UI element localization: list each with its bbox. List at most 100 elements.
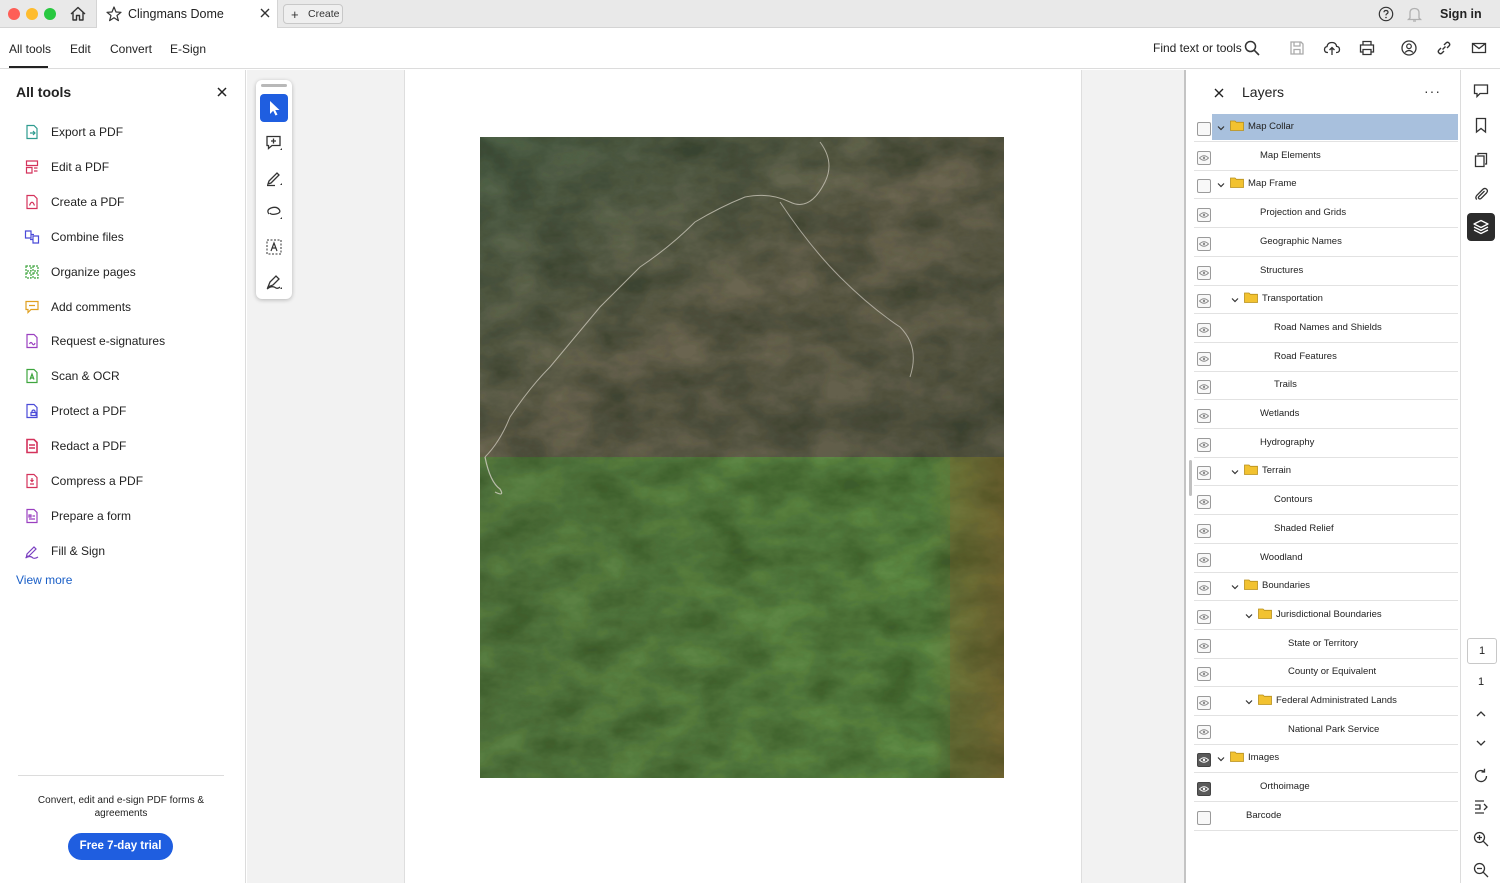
zoom-in-icon[interactable] — [1472, 830, 1490, 848]
layer-row[interactable]: Woodland — [1194, 545, 1458, 573]
tool-organize-pages[interactable]: Organize pages — [0, 257, 246, 287]
eye-icon[interactable] — [1197, 322, 1211, 337]
menu-e-sign[interactable]: E-Sign — [170, 42, 206, 56]
tool-protect-pdf[interactable]: Protect a PDF — [0, 396, 246, 426]
eye-icon[interactable] — [1197, 782, 1211, 797]
layer-row[interactable]: Barcode — [1194, 803, 1458, 831]
layer-row[interactable]: Geographic Names — [1194, 229, 1458, 257]
eye-icon[interactable] — [1197, 696, 1211, 710]
email-icon[interactable] — [1470, 39, 1488, 57]
help-icon[interactable] — [1378, 6, 1394, 22]
layer-row[interactable]: Hydrography — [1194, 430, 1458, 458]
layers-rail-button[interactable] — [1467, 213, 1495, 241]
search-icon[interactable] — [1243, 39, 1261, 57]
select-tool-button[interactable] — [260, 94, 288, 122]
layer-row[interactable]: Terrain — [1194, 458, 1458, 487]
pdf-page[interactable] — [404, 70, 1082, 883]
panel-resize-handle[interactable] — [1189, 460, 1192, 496]
layer-row[interactable]: Map Collar — [1194, 114, 1458, 142]
save-icon[interactable] — [1288, 39, 1306, 57]
layer-row[interactable]: Federal Administrated Lands — [1194, 688, 1458, 716]
chevron-down-icon[interactable] — [1230, 581, 1240, 591]
home-icon[interactable] — [68, 4, 88, 24]
chevron-down-icon[interactable] — [1216, 753, 1226, 763]
eye-icon[interactable] — [1197, 581, 1211, 596]
layer-row[interactable]: Transportation — [1194, 286, 1458, 315]
visibility-checkbox[interactable] — [1197, 810, 1211, 825]
add-comment-tool-button[interactable] — [260, 129, 288, 157]
layer-row[interactable]: Map Elements — [1194, 143, 1458, 171]
eye-icon[interactable] — [1197, 667, 1211, 682]
layer-row[interactable]: Road Names and Shields — [1194, 315, 1458, 343]
visibility-checkbox[interactable] — [1197, 122, 1211, 136]
previous-page-icon[interactable] — [1472, 705, 1490, 723]
bookmark-icon[interactable] — [1472, 116, 1490, 134]
tool-scan-ocr[interactable]: Scan & OCR — [0, 361, 246, 391]
zoom-out-icon[interactable] — [1472, 861, 1490, 879]
next-page-icon[interactable] — [1472, 734, 1490, 752]
tool-request-signatures[interactable]: Request e-signatures — [0, 326, 246, 356]
tool-prepare-form[interactable]: Prepare a form — [0, 501, 246, 531]
eye-icon[interactable] — [1197, 437, 1211, 452]
eye-icon[interactable] — [1197, 380, 1211, 395]
eye-icon[interactable] — [1197, 265, 1211, 280]
close-layers-icon[interactable] — [1213, 87, 1225, 99]
highlight-tool-button[interactable] — [260, 164, 288, 192]
tool-fill-sign[interactable]: Fill & Sign — [0, 536, 246, 566]
tool-compress-pdf[interactable]: Compress a PDF — [0, 466, 246, 496]
page-thumbnails-icon[interactable] — [1472, 151, 1490, 169]
layer-row[interactable]: Boundaries — [1194, 573, 1458, 602]
text-box-tool-button[interactable] — [260, 233, 288, 261]
link-icon[interactable] — [1435, 39, 1453, 57]
chevron-down-icon[interactable] — [1216, 179, 1226, 189]
find-text-or-tools[interactable]: Find text or tools — [1153, 41, 1242, 55]
chevron-down-icon[interactable] — [1230, 466, 1240, 476]
layer-row[interactable]: Trails — [1194, 372, 1458, 401]
tool-combine-files[interactable]: Combine files — [0, 222, 246, 252]
layer-row[interactable]: Wetlands — [1194, 401, 1458, 429]
tool-add-comments[interactable]: Add comments — [0, 292, 246, 322]
chevron-down-icon[interactable] — [1230, 294, 1240, 304]
eye-icon[interactable] — [1197, 466, 1211, 481]
eye-icon[interactable] — [1197, 638, 1211, 653]
chevron-down-icon[interactable] — [1244, 696, 1254, 706]
comments-panel-icon[interactable] — [1472, 82, 1490, 100]
menu-edit[interactable]: Edit — [70, 42, 91, 56]
layer-row[interactable]: Contours — [1194, 487, 1458, 516]
notification-bell-icon[interactable] — [1406, 5, 1423, 23]
star-icon[interactable] — [105, 5, 123, 23]
eye-icon[interactable] — [1197, 753, 1211, 768]
layer-row[interactable]: Jurisdictional Boundaries — [1194, 602, 1458, 630]
draw-tool-button[interactable] — [260, 198, 288, 226]
layer-row[interactable]: Structures — [1194, 258, 1458, 286]
layer-row[interactable]: State or Territory — [1194, 631, 1458, 659]
tool-edit-pdf[interactable]: Edit a PDF — [0, 152, 246, 182]
layer-row[interactable]: Images — [1194, 745, 1458, 774]
view-more-link[interactable]: View more — [16, 573, 72, 587]
layer-row[interactable]: Map Frame — [1194, 171, 1458, 200]
drag-handle[interactable] — [261, 84, 287, 87]
free-trial-button[interactable]: Free 7-day trial — [68, 833, 173, 860]
layer-row[interactable]: National Park Service — [1194, 717, 1458, 745]
layer-row[interactable]: Projection and Grids — [1194, 200, 1458, 229]
eye-icon[interactable] — [1197, 495, 1211, 510]
eye-icon[interactable] — [1197, 351, 1211, 366]
current-page-input[interactable]: 1 — [1467, 638, 1497, 664]
menu-convert[interactable]: Convert — [110, 42, 152, 56]
eye-icon[interactable] — [1197, 523, 1211, 538]
eye-icon[interactable] — [1197, 552, 1211, 567]
menu-all-tools[interactable]: All tools — [9, 42, 51, 56]
zoom-window-button[interactable] — [44, 8, 56, 20]
eye-icon[interactable] — [1197, 724, 1211, 739]
sign-tool-button[interactable] — [260, 268, 288, 296]
attachment-icon[interactable] — [1472, 185, 1490, 203]
layer-row[interactable]: County or Equivalent — [1194, 659, 1458, 688]
scroll-mode-icon[interactable] — [1472, 798, 1490, 816]
rotate-icon[interactable] — [1472, 767, 1490, 785]
print-icon[interactable] — [1358, 39, 1376, 57]
layer-row[interactable]: Orthoimage — [1194, 774, 1458, 803]
eye-icon[interactable] — [1197, 609, 1211, 624]
tool-export-pdf[interactable]: Export a PDF — [0, 117, 246, 147]
visibility-checkbox[interactable] — [1197, 179, 1211, 194]
eye-icon[interactable] — [1197, 236, 1211, 251]
